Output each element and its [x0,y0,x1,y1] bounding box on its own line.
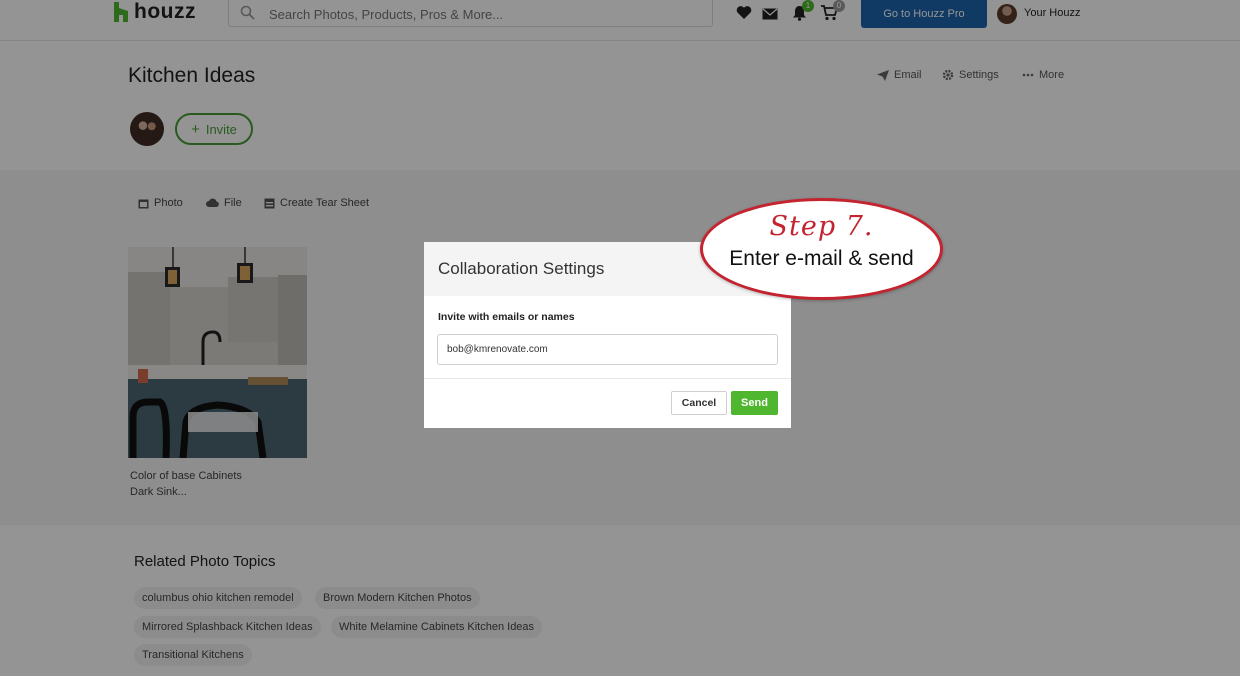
dialog-title: Collaboration Settings [438,259,605,278]
invite-field-label: Invite with emails or names [438,311,575,323]
step-callout: Step 7. Enter e-mail & send [700,198,943,300]
cancel-button[interactable]: Cancel [671,391,727,415]
step-number: Step 7. [769,211,874,242]
invite-email-input[interactable] [437,334,778,365]
dialog-divider [424,378,791,379]
step-instruction: Enter e-mail & send [729,247,914,270]
send-button[interactable]: Send [731,391,778,415]
